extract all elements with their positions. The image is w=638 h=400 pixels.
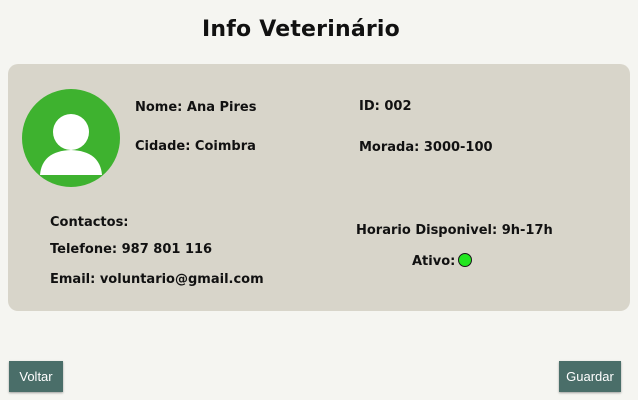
- active-status: Ativo:: [412, 253, 473, 269]
- status-dot-icon: [458, 253, 473, 267]
- vet-city: Cidade: Coimbra: [135, 139, 256, 154]
- back-button[interactable]: Voltar: [9, 361, 63, 392]
- contacts-label: Contactos:: [50, 215, 129, 230]
- vet-address: Morada: 3000-100: [359, 140, 493, 155]
- vet-email: Email: voluntario@gmail.com: [50, 272, 264, 287]
- vet-phone: Telefone: 987 801 116: [50, 242, 213, 257]
- save-button[interactable]: Guardar: [559, 361, 621, 392]
- page-title: Info Veterinário: [202, 17, 400, 42]
- vet-id: ID: 002: [359, 99, 412, 114]
- vet-info-card: Nome: Ana Pires Cidade: Coimbra ID: 002 …: [8, 64, 630, 311]
- user-avatar-icon: [22, 89, 120, 187]
- vet-schedule: Horario Disponivel: 9h-17h: [356, 223, 553, 238]
- active-label: Ativo:: [412, 254, 456, 269]
- vet-name: Nome: Ana Pires: [135, 100, 257, 115]
